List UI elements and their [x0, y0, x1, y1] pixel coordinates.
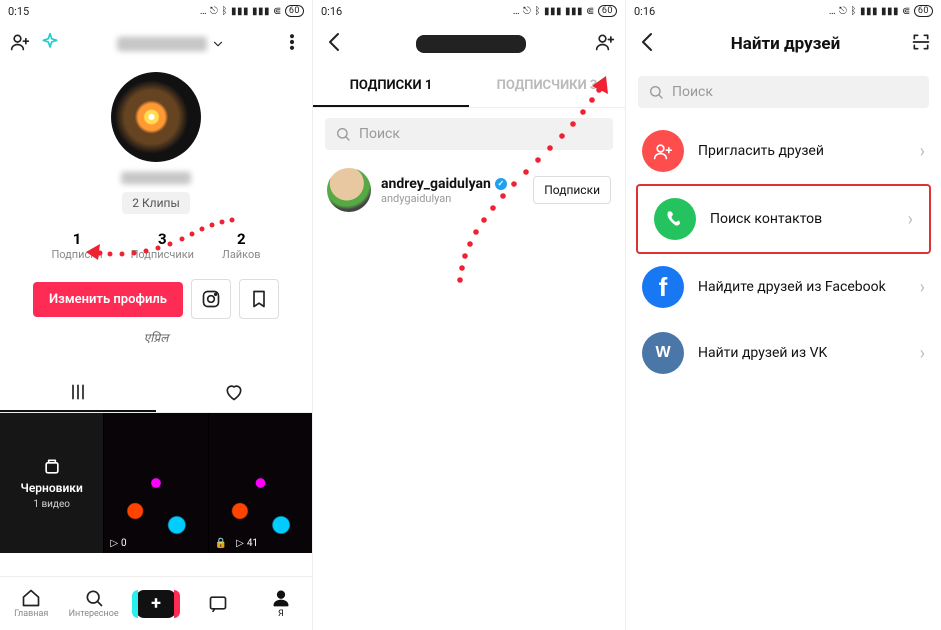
clips-chip[interactable]: 2 Клипы	[122, 192, 190, 214]
stat-followers[interactable]: 3 Подписчики	[131, 230, 194, 261]
chevron-right-icon: ›	[920, 277, 925, 298]
nav-create[interactable]: +	[125, 577, 187, 630]
back-icon[interactable]	[323, 30, 347, 58]
profile-header	[0, 22, 312, 66]
chevron-right-icon: ›	[920, 141, 925, 162]
search-placeholder: Поиск	[359, 126, 400, 142]
nav-discover[interactable]: Интересное	[62, 577, 124, 630]
stat-following[interactable]: 1 Подписки	[51, 230, 102, 261]
user-row[interactable]: andrey_gaidulyan ✓ andygaidulyan Подписк…	[313, 160, 625, 220]
row-invite-friends[interactable]: Пригласить друзей ›	[626, 118, 941, 184]
user-name: andrey_gaidulyan	[381, 176, 491, 192]
tab-following[interactable]: ПОДПИСКИ 1	[313, 66, 469, 107]
user-sub: andygaidulyan	[381, 192, 523, 205]
invite-icon	[642, 130, 684, 172]
video-tile-2[interactable]: ▷0	[104, 413, 207, 553]
more-icon[interactable]	[282, 32, 302, 56]
scan-icon[interactable]	[911, 32, 931, 56]
vk-icon: W	[642, 332, 684, 374]
facebook-icon: f	[642, 266, 684, 308]
tab-liked[interactable]	[156, 374, 312, 412]
tab-grid[interactable]	[0, 374, 156, 412]
row-find-contacts[interactable]: Поиск контактов ›	[638, 186, 929, 252]
chevron-right-icon: ›	[920, 343, 925, 364]
username-dropdown[interactable]	[117, 37, 225, 51]
row-facebook[interactable]: f Найдите друзей из Facebook ›	[626, 254, 941, 320]
search-field[interactable]: Поиск	[325, 118, 613, 150]
status-icons: …⎋ᛒ▮▮▮▮▮▮⋐ 60	[829, 5, 933, 17]
status-time: 0:16	[634, 5, 655, 18]
instagram-button[interactable]	[191, 279, 231, 319]
video-tile-3[interactable]: 🔒▷41	[209, 413, 312, 553]
status-time: 0:15	[8, 5, 29, 18]
nav-profile[interactable]: Я	[250, 577, 312, 630]
user-avatar	[327, 168, 371, 212]
status-icons: …⎋ᛒ▮▮▮▮▮▮⋐ 60	[513, 5, 617, 17]
profile-handle	[121, 172, 191, 184]
search-placeholder: Поиск	[672, 84, 713, 100]
status-time: 0:16	[321, 5, 342, 18]
chevron-right-icon: ›	[908, 209, 913, 230]
drafts-tile[interactable]: Черновики 1 видео	[0, 413, 103, 553]
sparkle-icon[interactable]	[40, 32, 60, 56]
status-bar: 0:16 …⎋ᛒ▮▮▮▮▮▮⋐ 60	[626, 0, 941, 22]
status-icons: …⎋ᛒ▮▮▮▮▮▮⋐ 60	[200, 5, 304, 17]
panel2-title	[416, 35, 526, 53]
status-bar: 0:15 …⎋ᛒ▮▮▮▮▮▮⋐ 60	[0, 0, 312, 22]
bottom-nav: Главная Интересное + Я	[0, 576, 312, 630]
edit-profile-button[interactable]: Изменить профиль	[33, 282, 183, 317]
following-button[interactable]: Подписки	[533, 176, 611, 204]
bookmark-button[interactable]	[239, 279, 279, 319]
tab-followers[interactable]: ПОДПИСЧИКИ 3	[469, 66, 625, 107]
stat-likes[interactable]: 2 Лайков	[222, 230, 261, 261]
search-field[interactable]: Поиск	[638, 76, 929, 108]
verified-icon: ✓	[495, 178, 507, 190]
phone-icon	[654, 198, 696, 240]
add-friend-icon[interactable]	[10, 32, 30, 56]
nav-home[interactable]: Главная	[0, 577, 62, 630]
add-friend-icon[interactable]	[595, 32, 615, 56]
status-bar: 0:16 …⎋ᛒ▮▮▮▮▮▮⋐ 60	[313, 0, 625, 22]
nav-inbox[interactable]	[187, 577, 249, 630]
profile-bio: एप्रिल	[144, 329, 169, 346]
video-grid: Черновики 1 видео ▷0 🔒▷41	[0, 413, 312, 553]
profile-avatar[interactable]	[111, 72, 201, 162]
row-vk[interactable]: W Найти друзей из VK ›	[626, 320, 941, 386]
back-icon[interactable]	[636, 30, 660, 58]
page-title: Найти друзей	[731, 34, 840, 54]
